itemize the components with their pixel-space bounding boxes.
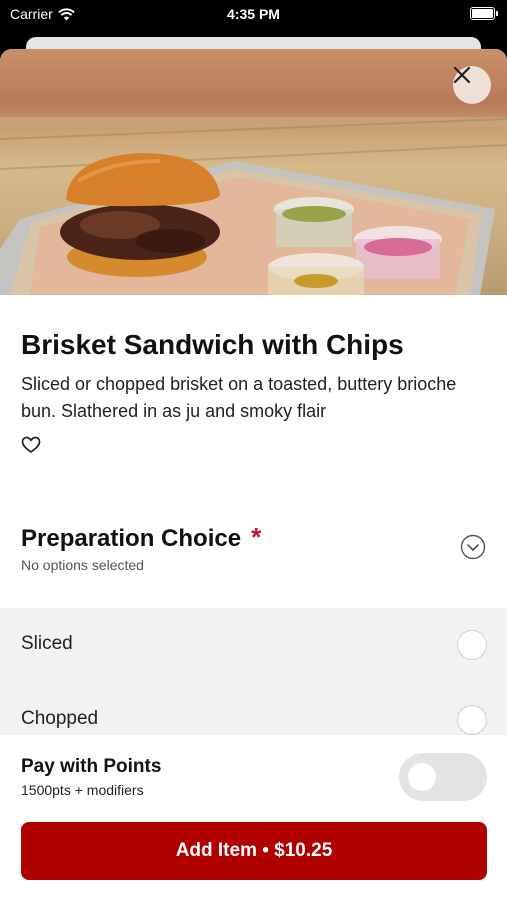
option-label: Sliced	[21, 633, 73, 654]
item-photo	[0, 49, 507, 295]
modifier-group-label: Preparation Choice	[21, 525, 242, 552]
brisket-sandwich-photo	[0, 117, 507, 295]
option-label: Chopped	[21, 708, 99, 729]
modifier-group-status: No options selected	[21, 557, 144, 573]
modifier-group-title: Preparation Choice *	[21, 522, 261, 553]
pay-with-points-toggle[interactable]	[399, 753, 487, 801]
checkout-footer: Pay with Points 1500pts + modifiers Add …	[0, 735, 507, 900]
required-indicator: *	[251, 522, 262, 552]
close-button[interactable]	[453, 66, 491, 104]
radio-button[interactable]	[457, 705, 487, 735]
battery-icon	[470, 7, 498, 20]
item-detail-sheet: Brisket Sandwich with Chips Sliced or ch…	[0, 49, 507, 900]
toggle-knob	[408, 763, 436, 791]
status-time: 4:35 PM	[227, 6, 280, 22]
radio-button[interactable]	[457, 630, 487, 660]
heart-outline-icon[interactable]	[21, 436, 41, 454]
status-bar: Carrier 4:35 PM	[0, 0, 507, 30]
option-row-sliced[interactable]: Sliced	[0, 608, 507, 683]
pay-with-points-title: Pay with Points	[21, 756, 162, 777]
close-icon	[453, 66, 471, 84]
add-item-button[interactable]: Add Item • $10.25	[21, 822, 487, 880]
item-title: Brisket Sandwich with Chips	[21, 329, 404, 360]
item-description: Sliced or chopped brisket on a toasted, …	[21, 374, 457, 421]
pay-with-points-subtitle: 1500pts + modifiers	[21, 782, 144, 798]
chevron-down-circle-icon[interactable]	[460, 534, 486, 560]
